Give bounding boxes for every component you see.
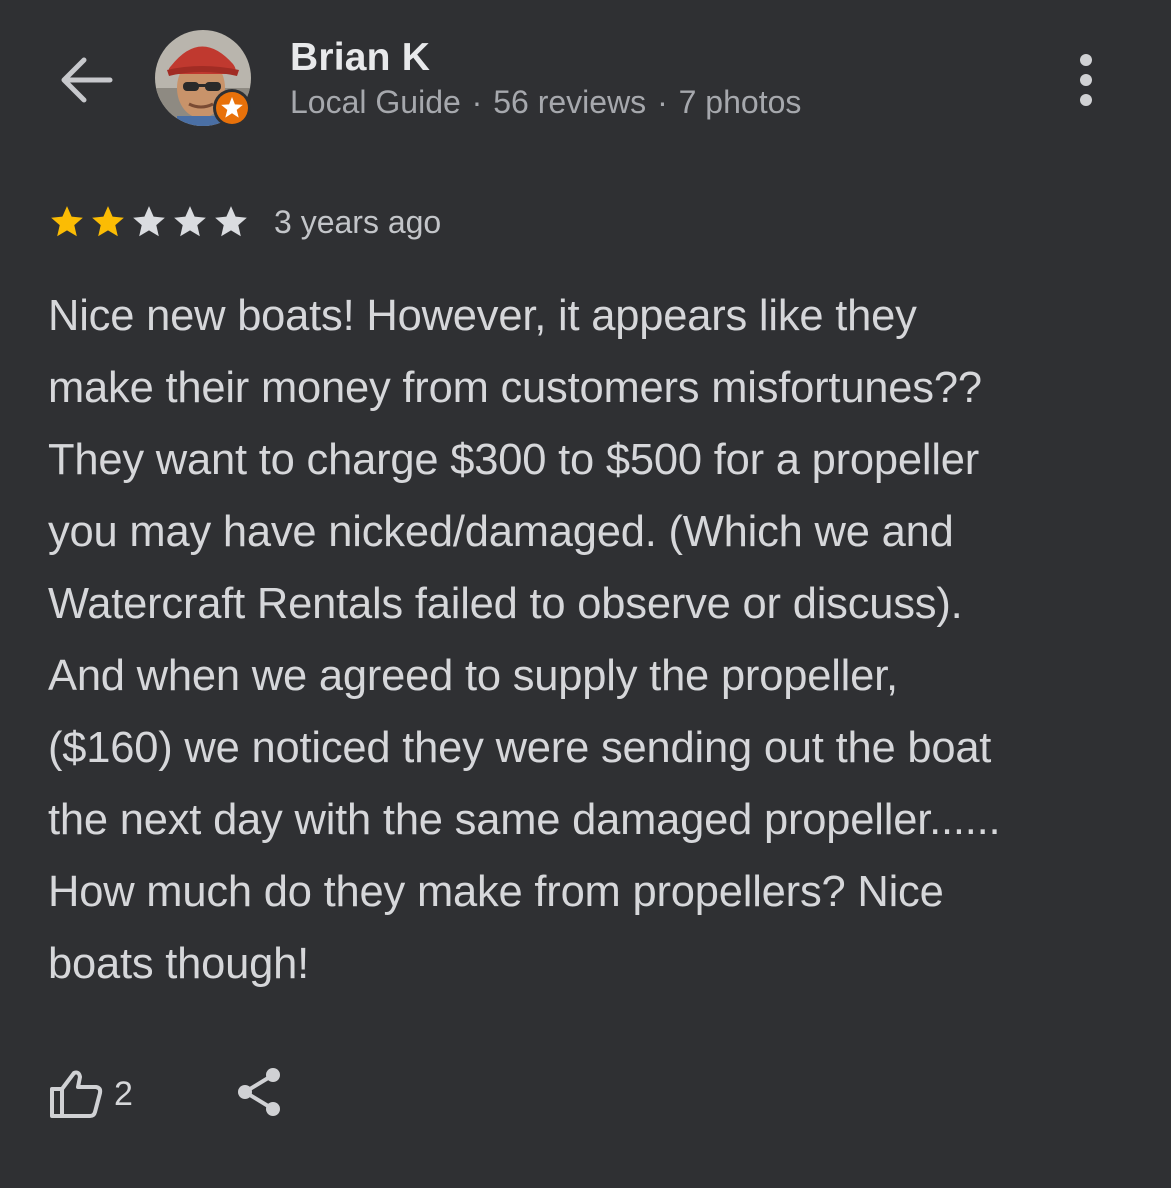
meta-separator: · xyxy=(657,84,668,120)
author-review-count: 56 reviews xyxy=(493,84,647,120)
review-date: 3 years ago xyxy=(274,203,442,240)
star-rating xyxy=(48,203,250,241)
review-line: They want to charge $300 to $500 for a p… xyxy=(48,436,980,484)
review-line: make their money from customers misfortu… xyxy=(48,364,982,412)
thumbs-up-icon xyxy=(50,1070,103,1118)
arrow-left-icon xyxy=(61,57,113,103)
star-empty-icon xyxy=(215,206,247,237)
more-vertical-icon xyxy=(1080,54,1092,106)
review-actions: 2 xyxy=(48,1062,285,1126)
review-line: boats though! xyxy=(48,940,310,988)
avatar[interactable] xyxy=(155,30,253,128)
review-line: ($160) we noticed they were sending out … xyxy=(48,724,992,772)
author-photo-count: 7 photos xyxy=(678,84,802,120)
share-icon xyxy=(237,1067,280,1116)
review-line: How much do they make from propellers? N… xyxy=(48,868,944,916)
author-name[interactable]: Brian K xyxy=(290,36,430,80)
review-line: you may have nicked/damaged. (Which we a… xyxy=(48,508,954,556)
star-empty-icon xyxy=(174,206,206,237)
review-header: Brian K Local Guide · 56 reviews · 7 pho… xyxy=(0,0,1171,160)
local-guide-star-badge-icon xyxy=(213,89,251,127)
like-count: 2 xyxy=(114,1074,133,1113)
back-button[interactable] xyxy=(52,52,116,108)
star-empty-icon xyxy=(133,206,165,237)
review-line: Watercraft Rentals failed to observe or … xyxy=(48,580,963,628)
share-button[interactable] xyxy=(233,1065,285,1124)
more-options-button[interactable] xyxy=(1064,50,1108,110)
star-filled-icon xyxy=(51,206,83,237)
review-line: Nice new boats! However, it appears like… xyxy=(48,292,917,340)
review-line: And when we agreed to supply the propell… xyxy=(48,652,898,700)
like-button[interactable]: 2 xyxy=(48,1069,133,1119)
meta-separator: · xyxy=(471,84,483,120)
review-line: the next day with the same damaged prope… xyxy=(48,796,1001,844)
star-filled-icon xyxy=(92,206,124,237)
author-meta[interactable]: Local Guide · 56 reviews · 7 photos xyxy=(290,84,801,121)
rating-row: 3 years ago xyxy=(48,196,441,248)
review-text: Nice new boats! However, it appears like… xyxy=(48,280,1138,1000)
author-role: Local Guide xyxy=(290,84,461,120)
